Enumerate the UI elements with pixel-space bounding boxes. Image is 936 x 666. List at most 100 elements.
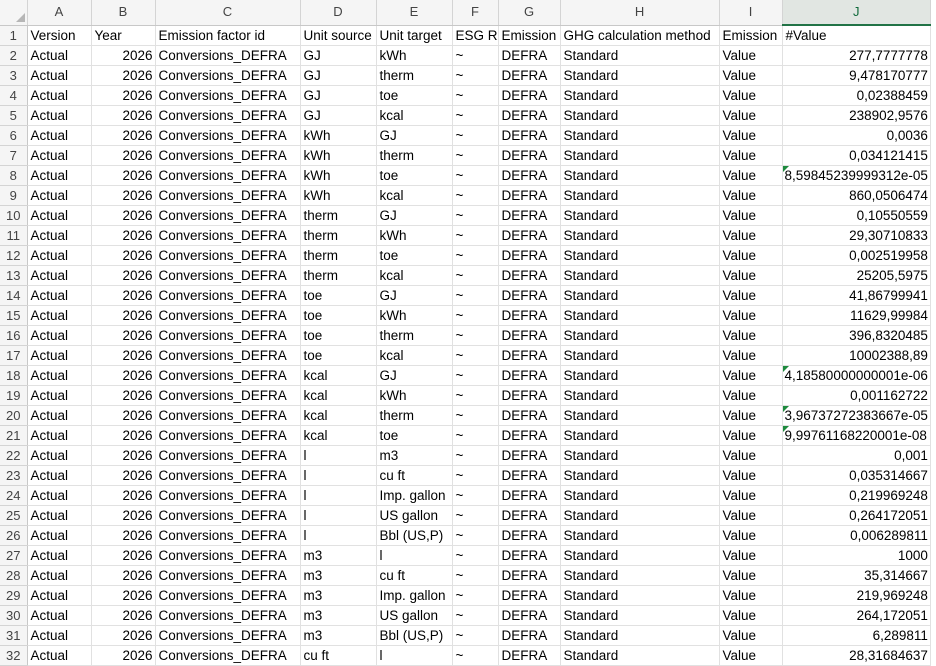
cell-d27[interactable]: m3 bbox=[300, 545, 377, 566]
cell-g5[interactable]: DEFRA bbox=[498, 105, 561, 126]
cell-f22[interactable]: ~ bbox=[452, 445, 499, 466]
cell-c11[interactable]: Conversions_DEFRA bbox=[155, 225, 301, 246]
cell-d1[interactable]: Unit source bbox=[300, 25, 377, 46]
cell-c16[interactable]: Conversions_DEFRA bbox=[155, 325, 301, 346]
cell-j28[interactable]: 35,314667 bbox=[782, 565, 931, 586]
cell-e19[interactable]: kWh bbox=[376, 385, 453, 406]
cell-c1[interactable]: Emission factor id bbox=[155, 25, 301, 46]
cell-a9[interactable]: Actual bbox=[27, 185, 92, 206]
row-header[interactable]: 2 bbox=[0, 45, 28, 66]
cell-c29[interactable]: Conversions_DEFRA bbox=[155, 585, 301, 606]
cell-i27[interactable]: Value bbox=[719, 545, 783, 566]
cell-h32[interactable]: Standard bbox=[560, 645, 720, 666]
cell-a17[interactable]: Actual bbox=[27, 345, 92, 366]
cell-e8[interactable]: toe bbox=[376, 165, 453, 186]
cell-c8[interactable]: Conversions_DEFRA bbox=[155, 165, 301, 186]
cell-d2[interactable]: GJ bbox=[300, 45, 377, 66]
row-header[interactable]: 8 bbox=[0, 165, 28, 186]
cell-f2[interactable]: ~ bbox=[452, 45, 499, 66]
cell-h7[interactable]: Standard bbox=[560, 145, 720, 166]
cell-g27[interactable]: DEFRA bbox=[498, 545, 561, 566]
row-header[interactable]: 5 bbox=[0, 105, 28, 126]
row-header[interactable]: 18 bbox=[0, 365, 28, 386]
cell-j22[interactable]: 0,001 bbox=[782, 445, 931, 466]
cell-i15[interactable]: Value bbox=[719, 305, 783, 326]
cell-b16[interactable]: 2026 bbox=[91, 325, 156, 346]
cell-d5[interactable]: GJ bbox=[300, 105, 377, 126]
cell-g17[interactable]: DEFRA bbox=[498, 345, 561, 366]
cell-e2[interactable]: kWh bbox=[376, 45, 453, 66]
row-header[interactable]: 7 bbox=[0, 145, 28, 166]
cell-d6[interactable]: kWh bbox=[300, 125, 377, 146]
cell-c6[interactable]: Conversions_DEFRA bbox=[155, 125, 301, 146]
cell-g18[interactable]: DEFRA bbox=[498, 365, 561, 386]
cell-i10[interactable]: Value bbox=[719, 205, 783, 226]
cell-h2[interactable]: Standard bbox=[560, 45, 720, 66]
cell-d9[interactable]: kWh bbox=[300, 185, 377, 206]
cell-a6[interactable]: Actual bbox=[27, 125, 92, 146]
cell-a18[interactable]: Actual bbox=[27, 365, 92, 386]
row-header[interactable]: 31 bbox=[0, 625, 28, 646]
row-header[interactable]: 4 bbox=[0, 85, 28, 106]
cell-c9[interactable]: Conversions_DEFRA bbox=[155, 185, 301, 206]
cell-d7[interactable]: kWh bbox=[300, 145, 377, 166]
cell-d29[interactable]: m3 bbox=[300, 585, 377, 606]
cell-d28[interactable]: m3 bbox=[300, 565, 377, 586]
cell-h23[interactable]: Standard bbox=[560, 465, 720, 486]
cell-b21[interactable]: 2026 bbox=[91, 425, 156, 446]
cell-h9[interactable]: Standard bbox=[560, 185, 720, 206]
cell-b5[interactable]: 2026 bbox=[91, 105, 156, 126]
cell-i22[interactable]: Value bbox=[719, 445, 783, 466]
cell-a15[interactable]: Actual bbox=[27, 305, 92, 326]
cell-h21[interactable]: Standard bbox=[560, 425, 720, 446]
cell-j32[interactable]: 28,31684637 bbox=[782, 645, 931, 666]
column-header-f[interactable]: F bbox=[452, 0, 499, 26]
cell-h8[interactable]: Standard bbox=[560, 165, 720, 186]
cell-i28[interactable]: Value bbox=[719, 565, 783, 586]
cell-b29[interactable]: 2026 bbox=[91, 585, 156, 606]
cell-h28[interactable]: Standard bbox=[560, 565, 720, 586]
cell-a29[interactable]: Actual bbox=[27, 585, 92, 606]
cell-f17[interactable]: ~ bbox=[452, 345, 499, 366]
cell-g13[interactable]: DEFRA bbox=[498, 265, 561, 286]
cell-j11[interactable]: 29,30710833 bbox=[782, 225, 931, 246]
cell-f1[interactable]: ESG R bbox=[452, 25, 499, 46]
cell-a14[interactable]: Actual bbox=[27, 285, 92, 306]
cell-c25[interactable]: Conversions_DEFRA bbox=[155, 505, 301, 526]
cell-h11[interactable]: Standard bbox=[560, 225, 720, 246]
cell-j9[interactable]: 860,0506474 bbox=[782, 185, 931, 206]
cell-e7[interactable]: therm bbox=[376, 145, 453, 166]
cell-a30[interactable]: Actual bbox=[27, 605, 92, 626]
cell-h3[interactable]: Standard bbox=[560, 65, 720, 86]
cell-d11[interactable]: therm bbox=[300, 225, 377, 246]
row-header[interactable]: 23 bbox=[0, 465, 28, 486]
cell-f13[interactable]: ~ bbox=[452, 265, 499, 286]
cell-a1[interactable]: Version bbox=[27, 25, 92, 46]
cell-g20[interactable]: DEFRA bbox=[498, 405, 561, 426]
cell-h30[interactable]: Standard bbox=[560, 605, 720, 626]
cell-b14[interactable]: 2026 bbox=[91, 285, 156, 306]
cell-e10[interactable]: GJ bbox=[376, 205, 453, 226]
cell-f8[interactable]: ~ bbox=[452, 165, 499, 186]
cell-e9[interactable]: kcal bbox=[376, 185, 453, 206]
cell-h13[interactable]: Standard bbox=[560, 265, 720, 286]
cell-j29[interactable]: 219,969248 bbox=[782, 585, 931, 606]
cell-i1[interactable]: Emission bbox=[719, 25, 783, 46]
cell-g8[interactable]: DEFRA bbox=[498, 165, 561, 186]
cell-i7[interactable]: Value bbox=[719, 145, 783, 166]
cell-f6[interactable]: ~ bbox=[452, 125, 499, 146]
cell-i20[interactable]: Value bbox=[719, 405, 783, 426]
row-header[interactable]: 10 bbox=[0, 205, 28, 226]
cell-j27[interactable]: 1000 bbox=[782, 545, 931, 566]
cell-a4[interactable]: Actual bbox=[27, 85, 92, 106]
cell-h29[interactable]: Standard bbox=[560, 585, 720, 606]
cell-j16[interactable]: 396,8320485 bbox=[782, 325, 931, 346]
cell-f7[interactable]: ~ bbox=[452, 145, 499, 166]
select-all-corner[interactable] bbox=[0, 0, 28, 26]
column-header-j[interactable]: J bbox=[782, 0, 931, 26]
cell-e3[interactable]: therm bbox=[376, 65, 453, 86]
cell-d15[interactable]: toe bbox=[300, 305, 377, 326]
cell-e27[interactable]: l bbox=[376, 545, 453, 566]
cell-e23[interactable]: cu ft bbox=[376, 465, 453, 486]
cell-g11[interactable]: DEFRA bbox=[498, 225, 561, 246]
